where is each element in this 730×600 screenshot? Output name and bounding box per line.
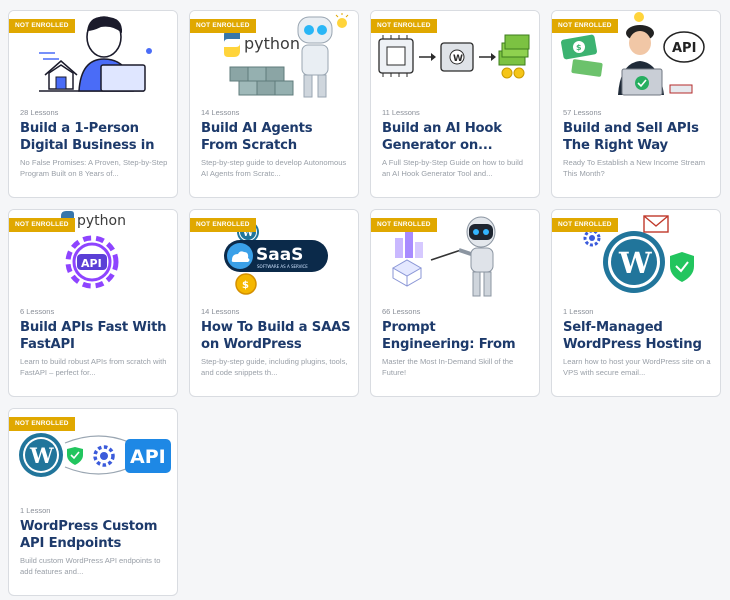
not-enrolled-badge: NOT ENROLLED xyxy=(552,19,618,33)
course-description: No False Promises: A Proven, Step-by-Ste… xyxy=(20,158,168,178)
python-logo-icon xyxy=(224,29,240,57)
not-enrolled-badge: NOT ENROLLED xyxy=(190,218,256,232)
course-card[interactable]: python API NOT ENROLLED 6 Lessons Build … xyxy=(8,209,178,397)
lesson-count: 14 Lessons xyxy=(201,307,240,316)
course-title[interactable]: Build a 1-Person Digital Business in 6..… xyxy=(20,121,170,154)
course-thumbnail: W NOT ENROLLED xyxy=(552,210,720,298)
course-card[interactable]: W SaaS SOFTWARE AS A SERVICE $ NOT ENROL… xyxy=(189,209,359,397)
lesson-count: 11 Lessons xyxy=(382,108,420,117)
course-title[interactable]: Build AI Agents From Scratch xyxy=(201,121,351,154)
lesson-count: 1 Lesson xyxy=(20,506,51,515)
svg-text:W: W xyxy=(29,443,54,468)
saas-subtext: SOFTWARE AS A SERVICE xyxy=(257,264,308,269)
shield-check-icon xyxy=(670,252,694,282)
course-card[interactable]: W API NOT ENROLLED 1 Lesson WordPress Cu… xyxy=(8,408,178,596)
python-text: python xyxy=(77,213,126,229)
course-thumbnail: NOT ENROLLED xyxy=(9,11,177,99)
api-text: API xyxy=(672,41,696,56)
course-card[interactable]: python NOT ENROLLED 14 Lessons Build AI … xyxy=(189,10,359,198)
course-thumbnail: W SaaS SOFTWARE AS A SERVICE $ NOT ENROL… xyxy=(190,210,358,298)
mail-icon xyxy=(643,215,669,233)
course-card[interactable]: $ API NOT ENROLLED 57 Lessons Build and … xyxy=(551,10,721,198)
not-enrolled-badge: NOT ENROLLED xyxy=(9,218,75,232)
course-thumbnail: W API NOT ENROLLED xyxy=(9,409,177,497)
course-title[interactable]: Build APIs Fast With FastAPI xyxy=(20,320,170,353)
coin-icon: $ xyxy=(235,273,257,295)
not-enrolled-badge: NOT ENROLLED xyxy=(371,19,437,33)
course-title[interactable]: Build an AI Hook Generator on... xyxy=(382,121,532,154)
course-description: Build custom WordPress API endpoints to … xyxy=(20,556,161,576)
lesson-count: 14 Lessons xyxy=(201,108,240,117)
course-card[interactable]: W NOT ENROLLED 1 Lesson Self-Managed Wor… xyxy=(551,209,721,397)
course-description: A Full Step-by-Step Guide on how to buil… xyxy=(382,158,523,178)
api-text: API xyxy=(130,446,166,468)
course-card[interactable]: NOT ENROLLED 28 Lessons Build a 1-Person… xyxy=(8,10,178,198)
course-title[interactable]: Prompt Engineering: From Zero To... xyxy=(382,320,532,353)
not-enrolled-badge: NOT ENROLLED xyxy=(9,417,75,431)
gear-icon xyxy=(583,229,601,247)
course-description: Step-by-step guide to develop Autonomous… xyxy=(201,158,347,178)
course-title[interactable]: Build and Sell APIs The Right Way xyxy=(563,121,713,154)
lesson-count: 57 Lessons xyxy=(563,108,602,117)
course-title[interactable]: WordPress Custom API Endpoints xyxy=(20,519,170,552)
python-text: python xyxy=(244,34,300,53)
not-enrolled-badge: NOT ENROLLED xyxy=(9,19,75,33)
wordpress-logo-icon: W xyxy=(19,433,63,477)
course-description: Learn how to host your WordPress site on… xyxy=(563,357,711,377)
lesson-count: 1 Lesson xyxy=(563,307,594,316)
course-thumbnail: W NOT ENROLLED xyxy=(371,11,539,99)
svg-text:$: $ xyxy=(242,280,249,291)
not-enrolled-badge: NOT ENROLLED xyxy=(190,19,256,33)
course-thumbnail: $ API NOT ENROLLED xyxy=(552,11,720,99)
api-text: API xyxy=(81,257,102,270)
course-card[interactable]: NOT ENROLLED 66 Lessons Prompt Engineeri… xyxy=(370,209,540,397)
course-description: Step-by-step guide, including plugins, t… xyxy=(201,357,348,377)
saas-text: SaaS xyxy=(256,245,303,265)
svg-text:W: W xyxy=(453,54,463,64)
lesson-count: 28 Lessons xyxy=(20,108,59,117)
svg-text:W: W xyxy=(618,246,652,280)
lesson-count: 6 Lessons xyxy=(20,307,55,316)
course-description: Master the Most In-Demand Skill of the F… xyxy=(382,357,514,377)
not-enrolled-badge: NOT ENROLLED xyxy=(371,218,437,232)
course-title[interactable]: Self-Managed WordPress Hosting xyxy=(563,320,713,353)
course-thumbnail: python API NOT ENROLLED xyxy=(9,210,177,298)
wordpress-logo-icon: W xyxy=(603,231,665,293)
cloud-icon xyxy=(227,243,253,269)
svg-text:$: $ xyxy=(576,43,582,52)
course-title[interactable]: How To Build a SAAS on WordPress xyxy=(201,320,351,353)
course-card[interactable]: W NOT ENROLLED 11 Lessons Build an AI Ho… xyxy=(370,10,540,198)
course-thumbnail: python NOT ENROLLED xyxy=(190,11,358,99)
gear-icon xyxy=(93,445,115,467)
course-description: Ready To Establish a New Income Stream T… xyxy=(563,158,706,178)
course-description: Learn to build robust APIs from scratch … xyxy=(20,357,167,377)
course-thumbnail: NOT ENROLLED xyxy=(371,210,539,298)
lesson-count: 66 Lessons xyxy=(382,307,421,316)
shield-check-icon xyxy=(67,447,83,465)
not-enrolled-badge: NOT ENROLLED xyxy=(552,218,618,232)
